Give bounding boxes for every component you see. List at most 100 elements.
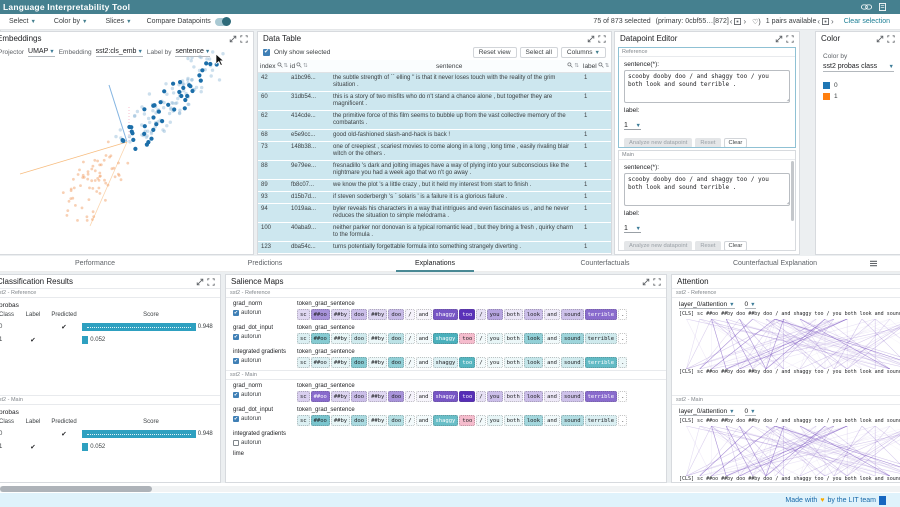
sort-icon[interactable]: ⇅ <box>574 63 579 69</box>
maximize-panel-icon[interactable] <box>653 278 661 286</box>
maximize-panel-icon[interactable] <box>598 35 606 43</box>
table-row[interactable]: 6031db54...this is a story of two misfit… <box>258 92 611 111</box>
attention-layer-select[interactable]: layer_0/attention▼ <box>679 301 735 309</box>
tab-counterfactuals[interactable]: Counterfactuals <box>520 256 690 272</box>
cell-id: e5e9cc... <box>288 130 330 141</box>
attention-head-select[interactable]: 0▼ <box>745 301 756 309</box>
next-datapoint-icon[interactable]: › <box>743 18 746 26</box>
embeddings-panel-header: Embeddings <box>0 32 253 45</box>
sort-icon[interactable]: ⇅ <box>303 63 308 69</box>
select-all-button[interactable]: Select all <box>520 47 558 58</box>
label-by-select[interactable]: sentence▼ <box>175 48 210 57</box>
editor-section-tab[interactable]: Reference <box>619 48 795 57</box>
search-icon[interactable] <box>277 62 283 70</box>
tab-performance[interactable]: Performance <box>10 256 180 272</box>
clear-button[interactable]: Clear <box>724 241 748 251</box>
color-by-select[interactable]: sst2 probas class▼ <box>823 63 894 72</box>
column-header-sentence[interactable]: sentence⇅ <box>330 62 581 70</box>
table-row[interactable]: 89fb8c07...we know the plot 's a little … <box>258 180 611 192</box>
previous-datapoint-icon[interactable]: ‹ <box>730 18 733 26</box>
vertical-scrollbar-thumb[interactable] <box>791 161 794 221</box>
color-by-menu[interactable]: Color by▼ <box>45 18 97 25</box>
table-row[interactable]: 73148b38...one of creepiest , scariest m… <box>258 142 611 161</box>
compare-datapoints-toggle[interactable] <box>215 18 230 26</box>
sort-icon[interactable]: ⇅ <box>605 63 610 69</box>
maximize-panel-icon[interactable] <box>240 35 248 43</box>
column-header-id[interactable]: id⇅ <box>288 62 330 70</box>
minimize-panel-icon[interactable] <box>196 278 204 286</box>
analyze-new-datapoint-button[interactable]: Analyze new datapoint <box>624 138 692 148</box>
tab-counterfactual-explanation[interactable]: Counterfactual Explanation <box>690 256 860 272</box>
embedding-scatter-plot[interactable] <box>0 45 253 254</box>
only-show-selected-checkbox[interactable]: ✔ <box>263 49 270 56</box>
table-row[interactable]: 93d15b7d...if steven soderbergh 's ` sol… <box>258 192 611 204</box>
columns-button[interactable]: Columns▼ <box>561 47 606 58</box>
class-value: 0 <box>0 431 20 437</box>
attention-layer-select[interactable]: layer_0/attention▼ <box>679 408 735 416</box>
minimize-panel-icon[interactable] <box>876 35 884 43</box>
column-header-index[interactable]: index⇅ <box>258 62 288 70</box>
autorun-checkbox[interactable]: ✔ <box>233 392 239 398</box>
column-header-label[interactable]: label⇅ <box>581 62 611 70</box>
autorun-checkbox[interactable]: ✔ <box>233 310 239 316</box>
search-icon[interactable] <box>296 62 302 70</box>
favorite-icon[interactable]: ♡) <box>752 18 761 26</box>
maximize-panel-icon[interactable] <box>207 278 215 286</box>
salience-token: doo <box>351 415 367 426</box>
column-header-predicted: Predicted <box>46 312 82 318</box>
analyze-new-datapoint-button[interactable]: Analyze new datapoint <box>624 241 692 251</box>
clear-button[interactable]: Clear <box>724 138 748 148</box>
hamburger-menu-icon[interactable] <box>869 260 878 267</box>
panel-title: Attention <box>677 277 709 286</box>
minimize-panel-icon[interactable] <box>642 278 650 286</box>
reset-button[interactable]: Reset <box>695 138 720 148</box>
minimize-panel-icon[interactable] <box>229 35 237 43</box>
bar-dots <box>87 327 191 328</box>
pin-datapoint-icon[interactable] <box>734 18 741 25</box>
search-icon[interactable] <box>567 62 573 70</box>
label-select[interactable]: 1▼ <box>624 122 641 130</box>
table-row[interactable]: 42a1bc96...the subtle strength of `` ell… <box>258 73 611 92</box>
maximize-panel-icon[interactable] <box>887 35 895 43</box>
classification-row: 0✔0.948 <box>0 427 220 440</box>
table-row[interactable]: 62414cde...the primitive force of this f… <box>258 111 611 130</box>
label-by-label: Label by <box>147 49 172 56</box>
editor-section-tab[interactable]: Main <box>619 151 795 160</box>
panel-header-icons <box>876 35 895 43</box>
table-row[interactable]: 68e5e9cc...good old-fashioned slash-and-… <box>258 130 611 142</box>
previous-pair-icon[interactable]: ‹ <box>817 18 820 26</box>
table-row[interactable]: 889e79ee...fresnadillo 's dark and jolti… <box>258 161 611 180</box>
projector-select[interactable]: UMAP▼ <box>28 48 55 57</box>
minimize-panel-icon[interactable] <box>775 35 783 43</box>
select-pair-icon[interactable] <box>822 18 829 25</box>
sentence-textarea[interactable]: scooby dooby doo / and shaggy too / you … <box>624 173 790 206</box>
maximize-panel-icon[interactable] <box>786 35 794 43</box>
salience-token: and <box>544 415 560 426</box>
select-menu[interactable]: Select▼ <box>0 18 45 25</box>
reset-button[interactable]: Reset <box>695 241 720 251</box>
search-icon[interactable] <box>598 62 604 70</box>
table-row[interactable]: 123dba54c...turns potentially forgettabl… <box>258 242 611 254</box>
label-select[interactable]: 1▼ <box>624 225 641 233</box>
table-row[interactable]: 941019aa...byler reveals his characters … <box>258 204 611 223</box>
autorun-checkbox[interactable] <box>233 440 239 446</box>
next-pair-icon[interactable]: › <box>831 18 834 26</box>
minimize-panel-icon[interactable] <box>587 35 595 43</box>
autorun-checkbox[interactable]: ✔ <box>233 334 239 340</box>
tab-predictions[interactable]: Predictions <box>180 256 350 272</box>
autorun-checkbox[interactable]: ✔ <box>233 416 239 422</box>
attention-head-select[interactable]: 0▼ <box>745 408 756 416</box>
salience-token: ##by <box>368 415 387 426</box>
table-row[interactable]: 10040aba9...neither parker nor donovan i… <box>258 223 611 242</box>
salience-token: sound <box>561 391 584 402</box>
autorun-checkbox[interactable]: ✔ <box>233 358 239 364</box>
cell-index: 88 <box>258 161 288 179</box>
cell-index: 123 <box>258 242 288 253</box>
footer-team[interactable]: by the LIT team <box>827 497 876 504</box>
tab-explanations[interactable]: Explanations <box>350 256 520 272</box>
embedding-select[interactable]: sst2:cls_emb▼ <box>96 48 143 57</box>
clear-selection-link[interactable]: Clear selection <box>844 18 890 25</box>
slices-menu[interactable]: Slices▼ <box>96 18 140 25</box>
sentence-textarea[interactable]: scooby dooby doo / and shaggy too / you … <box>624 70 790 103</box>
reset-view-button[interactable]: Reset view <box>473 47 517 58</box>
